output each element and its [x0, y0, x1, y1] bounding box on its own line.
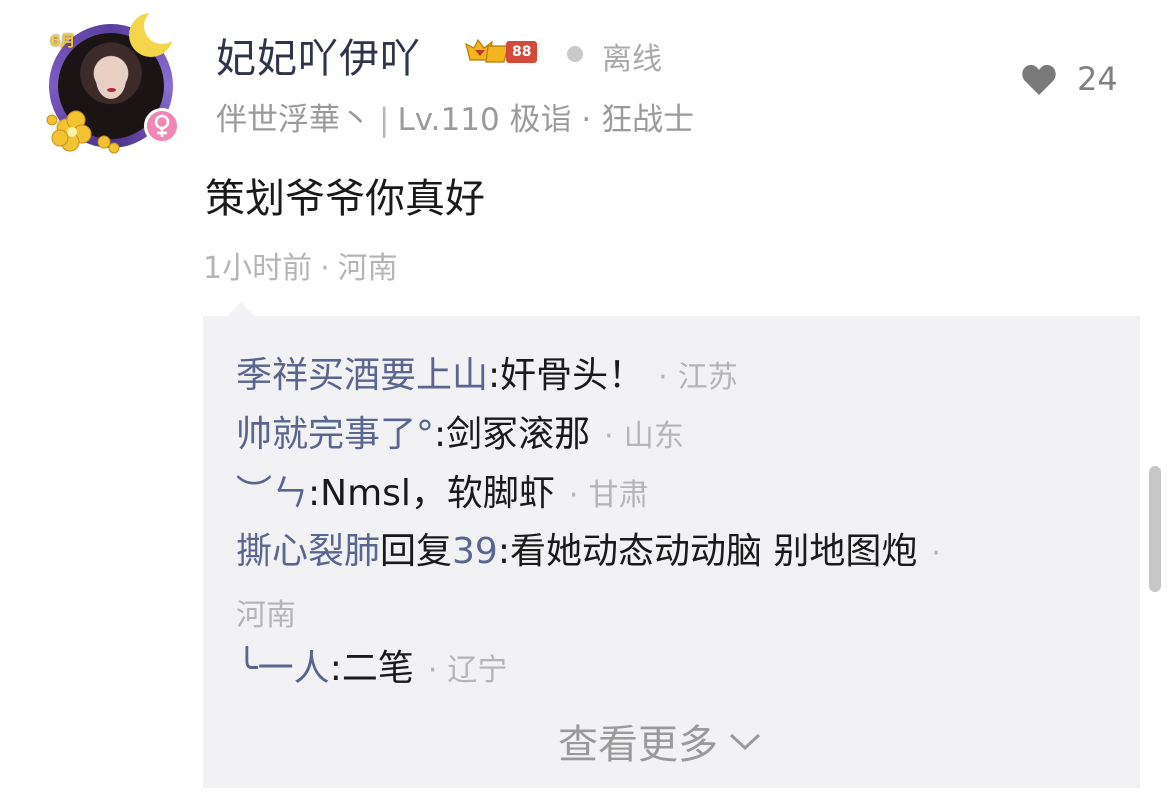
crown-icon	[465, 38, 509, 63]
level-info: Lv.110 极诣 · 狂战士	[397, 102, 695, 138]
reply-item[interactable]: 季祥买酒要上山:奸骨头！ · 江苏	[236, 352, 738, 402]
reply-location: 河南	[236, 598, 296, 633]
post-content: 策划爷爷你真好	[205, 176, 485, 222]
reply-location: 甘肃	[588, 478, 649, 513]
view-more-label: 查看更多	[558, 722, 718, 768]
reply-word: 回复	[380, 531, 453, 572]
post-time: 1小时前	[203, 251, 313, 286]
reply-text: :Nmsl，软脚虾	[308, 473, 555, 514]
reply-author[interactable]: 帅就完事了°	[236, 414, 434, 455]
female-icon	[154, 114, 170, 137]
username[interactable]: 妃妃吖伊吖	[216, 26, 421, 84]
like-count[interactable]: 24	[1077, 60, 1118, 98]
heart-icon[interactable]	[1021, 63, 1057, 97]
online-status: 离线	[602, 42, 662, 77]
reply-author[interactable]: 撕心裂肺	[236, 531, 380, 572]
reply-text: :看她动态动动脑 别地图炮	[497, 531, 918, 572]
level-badge-number: 88	[506, 41, 538, 63]
reply-item[interactable]: 撕心裂肺回复39:看她动态动动脑 别地图炮 ·	[236, 528, 951, 578]
avatar-month-badge: 6月	[50, 32, 76, 50]
reply-box-pointer	[227, 302, 255, 317]
reply-item[interactable]: ╰一人:二笔 · 辽宁	[236, 645, 507, 695]
chevron-down-icon	[729, 733, 761, 751]
gender-badge	[144, 108, 180, 144]
reply-author[interactable]: 季祥买酒要上山	[236, 355, 488, 396]
online-status-dot	[567, 46, 583, 62]
reply-text: :二笔	[329, 648, 414, 689]
reply-author[interactable]: ︶ㄣ	[236, 473, 308, 514]
reply-target[interactable]: 39	[452, 531, 498, 572]
reply-location: 辽宁	[447, 653, 508, 688]
reply-author[interactable]: ╰一人	[236, 648, 330, 689]
flower-decoration-icon	[46, 110, 120, 154]
post-location: 河南	[337, 251, 398, 286]
avatar[interactable]: 6月	[44, 8, 186, 158]
guild-name[interactable]: 伴世浮華丶	[216, 102, 371, 138]
reply-location: 江苏	[677, 360, 738, 395]
level-badge: 88	[464, 38, 538, 66]
moon-icon	[129, 8, 178, 57]
reply-item[interactable]: 帅就完事了°:剑冢滚那 · 山东	[236, 411, 684, 461]
post-meta: 1小时前 · 河南	[203, 251, 398, 286]
reply-text: :剑冢滚那	[434, 414, 591, 455]
view-more-button[interactable]: 查看更多	[558, 712, 762, 770]
scrollbar[interactable]	[1149, 466, 1161, 592]
user-subtitle: 伴世浮華丶 | Lv.110 极诣 · 狂战士	[216, 102, 695, 138]
reply-item[interactable]: ︶ㄣ:Nmsl，软脚虾 · 甘肃	[236, 470, 648, 520]
reply-text: :奸骨头！	[488, 355, 645, 396]
reply-location: 山东	[623, 419, 684, 454]
